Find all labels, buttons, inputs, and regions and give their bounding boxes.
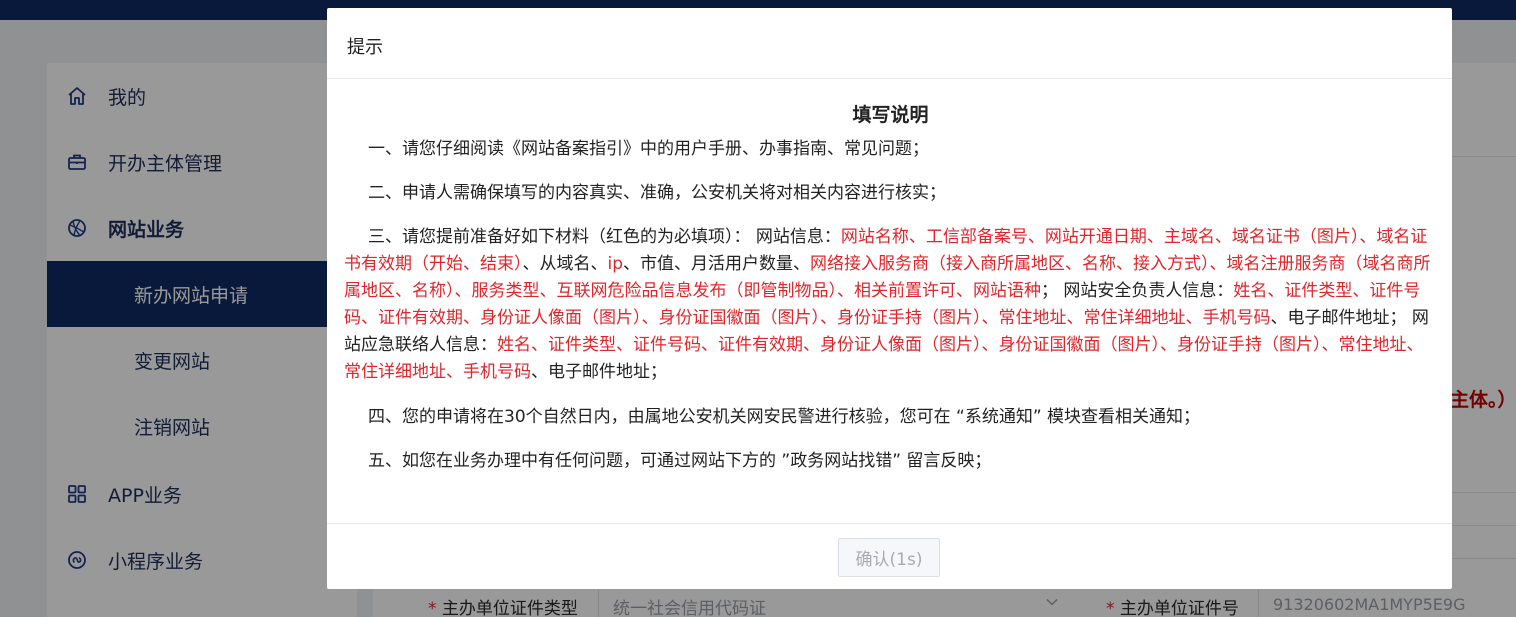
materials-text: 三、请您提前准备好如下材料（红色的为必填项）： 网站信息：: [368, 227, 841, 247]
instructions-title: 填写说明: [852, 104, 929, 126]
notice-dialog: 提示 填写说明 一、请您仔细阅读《网站备案指引》中的用户手册、办事指南、常见问题…: [327, 8, 1452, 589]
dialog-body: 填写说明 一、请您仔细阅读《网站备案指引》中的用户手册、办事指南、常见问题； 二…: [344, 79, 1437, 475]
materials-text: ； 网站安全负责人信息：: [1041, 281, 1234, 301]
required-materials-text: 姓名、证件类型、证件号码、证件有效期、身份证人像面（图片）、身份证国徽面（图片）…: [344, 335, 1424, 382]
dialog-title: 提示: [347, 37, 383, 58]
instruction-paragraph-1: 一、请您仔细阅读《网站备案指引》中的用户手册、办事指南、常见问题；: [368, 139, 929, 159]
instruction-paragraph-5: 五、如您在业务办理中有任何问题，可通过网站下方的 ”政务网站找错” 留言反映；: [368, 451, 992, 471]
required-materials-text: ip: [607, 254, 624, 274]
confirm-button[interactable]: 确认(1s): [838, 538, 940, 577]
instruction-paragraph-4: 四、您的申请将在30个自然日内，由属地公安机关网安民警进行核验，您可在 “系统通…: [368, 407, 1201, 427]
materials-text: 、市值、月活用户数量、: [623, 254, 811, 274]
dialog-header: 提示: [327, 8, 1452, 79]
materials-text: 、电子邮件地址；: [531, 362, 667, 382]
instruction-paragraph-3: 三、请您提前准备好如下材料（红色的为必填项）： 网站信息：网站名称、工信部备案号…: [344, 224, 1437, 386]
materials-text: 、从域名、: [522, 254, 608, 274]
dialog-footer: 确认(1s): [327, 523, 1452, 589]
instruction-paragraph-2: 二、申请人需确保填写的内容真实、准确，公安机关将对相关内容进行核实；: [368, 183, 946, 203]
